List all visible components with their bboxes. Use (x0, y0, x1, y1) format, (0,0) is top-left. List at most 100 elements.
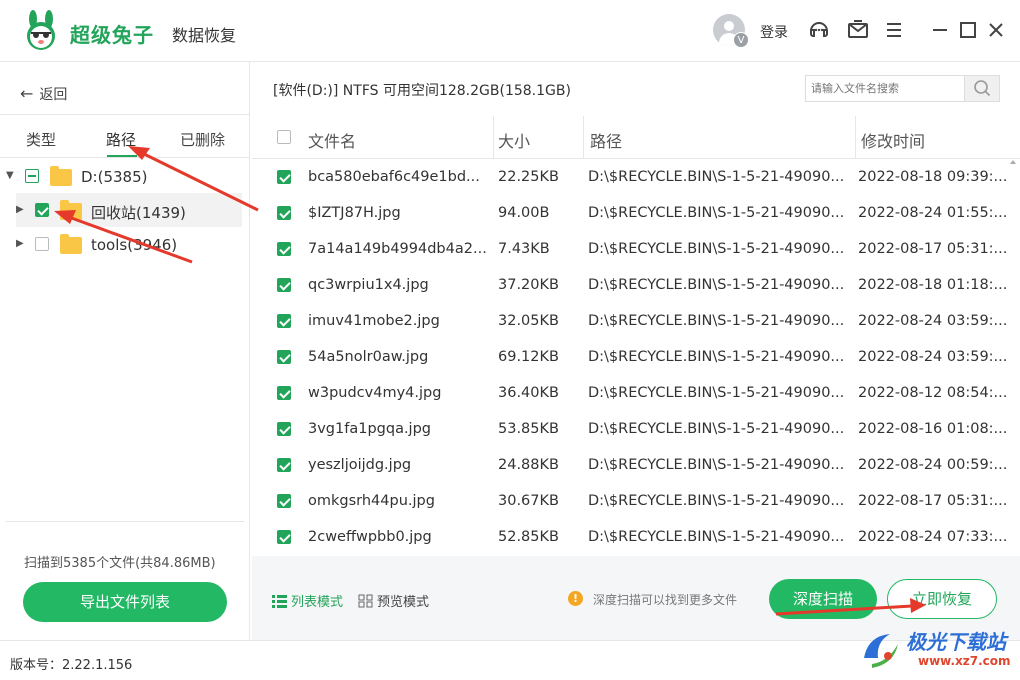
file-size-cell: 37.20KB (498, 277, 559, 293)
file-name-cell: 54a5nolr0aw.jpg (308, 349, 429, 365)
row-checkbox[interactable] (277, 386, 291, 400)
column-header-modified[interactable]: 修改时间 (861, 128, 925, 152)
modified-time-cell: 2022-08-17 05:31:... (858, 493, 1007, 509)
info-icon: ! (568, 591, 583, 606)
scrollbar[interactable] (1008, 159, 1018, 555)
file-name-cell: imuv41mobe2.jpg (308, 313, 440, 329)
site-watermark: 极光下载站 www.xz7.com (858, 622, 1018, 678)
column-divider[interactable] (855, 116, 856, 159)
column-divider[interactable] (583, 116, 584, 159)
table-row[interactable]: 3vg1fa1pgqa.jpg 53.85KB D:\$RECYCLE.BIN\S-… (252, 411, 1007, 447)
maximize-icon[interactable] (956, 18, 980, 42)
tree-checkbox[interactable] (25, 169, 39, 183)
file-size-cell: 69.12KB (498, 349, 559, 365)
folder-icon (60, 234, 82, 254)
file-size-cell: 53.85KB (498, 421, 559, 437)
table-row[interactable]: bca580ebaf6c49e1bd... 22.25KB D:\$RECYCLE.… (252, 159, 1007, 195)
back-button[interactable]: ← 返回 (20, 84, 67, 104)
title-bar: 超级兔子 数据恢复 V 登录 (0, 0, 1020, 62)
search-button[interactable] (964, 76, 999, 101)
left-panel: ← 返回 类型 路径 已删除 ▼ D:(5385) ▶ 回收站(1439) ▶ t… (0, 62, 250, 640)
login-link[interactable]: 登录 (760, 22, 788, 42)
close-icon[interactable] (984, 18, 1008, 42)
caret-down-icon[interactable]: ▼ (6, 170, 14, 181)
row-checkbox[interactable] (277, 422, 291, 436)
preview-mode-label: 预览模式 (377, 595, 430, 610)
column-header-name[interactable]: 文件名 (308, 128, 356, 152)
file-name-cell: omkgsrh44pu.jpg (308, 493, 435, 509)
caret-right-icon[interactable]: ▶ (16, 238, 24, 249)
table-row[interactable]: 2cweffwpbb0.jpg 52.85KB D:\$RECYCLE.BIN\S-… (252, 519, 1007, 555)
version-label: 版本号：2.22.1.156 (10, 658, 133, 673)
row-checkbox[interactable] (277, 206, 291, 220)
tree-node-d-drive[interactable]: ▼ D:(5385) (0, 159, 250, 193)
scroll-up-icon[interactable] (1010, 159, 1016, 165)
row-checkbox[interactable] (277, 314, 291, 328)
active-tab-indicator (107, 155, 137, 157)
feedback-icon[interactable] (846, 18, 870, 42)
file-path-cell: D:\$RECYCLE.BIN\S-1-5-21-49090... (588, 205, 845, 221)
row-checkbox[interactable] (277, 278, 291, 292)
tab-type[interactable]: 类型 (26, 129, 56, 150)
file-path-cell: D:\$RECYCLE.BIN\S-1-5-21-49090... (588, 313, 845, 329)
tree-checkbox[interactable] (35, 203, 49, 217)
support-chat-icon[interactable] (807, 18, 831, 42)
file-name-cell: bca580ebaf6c49e1bd... (308, 169, 480, 185)
table-row[interactable]: imuv41mobe2.jpg 32.05KB D:\$RECYCLE.BIN\S-… (252, 303, 1007, 339)
row-checkbox[interactable] (277, 458, 291, 472)
column-header-path[interactable]: 路径 (590, 128, 622, 152)
file-size-cell: 32.05KB (498, 313, 559, 329)
watermark-title: 极光下载站 (906, 630, 1006, 654)
table-row[interactable]: omkgsrh44pu.jpg 30.67KB D:\$RECYCLE.BIN\S-… (252, 483, 1007, 519)
preview-mode-toggle[interactable]: 预览模式 (358, 591, 429, 610)
row-checkbox[interactable] (277, 242, 291, 256)
row-checkbox[interactable] (277, 350, 291, 364)
file-name-cell: 7a14a149b4994db4a2... (308, 241, 487, 257)
deep-scan-button[interactable]: 深度扫描 (769, 579, 877, 619)
row-checkbox[interactable] (277, 494, 291, 508)
tab-path[interactable]: 路径 (106, 129, 136, 150)
recover-now-button[interactable]: 立即恢复 (887, 579, 997, 619)
table-row[interactable]: 7a14a149b4994db4a2... 7.43KB D:\$RECYCLE.B… (252, 231, 1007, 267)
column-header-size[interactable]: 大小 (498, 128, 530, 152)
file-name-cell: 2cweffwpbb0.jpg (308, 529, 432, 545)
watermark-url: www.xz7.com (918, 654, 1011, 668)
select-all-checkbox[interactable] (277, 130, 291, 144)
menu-icon[interactable] (882, 18, 906, 42)
modified-time-cell: 2022-08-17 05:31:... (858, 241, 1007, 257)
tree-node-tools[interactable]: ▶ tools(3946) (0, 227, 250, 261)
minimize-icon[interactable] (928, 18, 952, 42)
file-path-cell: D:\$RECYCLE.BIN\S-1-5-21-49090... (588, 241, 845, 257)
list-mode-toggle[interactable]: 列表模式 (272, 591, 343, 610)
row-checkbox[interactable] (277, 170, 291, 184)
drive-info: [软件(D:)] NTFS 可用空间128.2GB(158.1GB) (273, 83, 571, 99)
file-table-header: 文件名 大小 路径 修改时间 (252, 116, 1020, 159)
table-row[interactable]: $IZTJ87H.jpg 94.00B D:\$RECYCLE.BIN\S-1-5-… (252, 195, 1007, 231)
modified-time-cell: 2022-08-24 01:55:... (858, 205, 1007, 221)
table-row[interactable]: 54a5nolr0aw.jpg 69.12KB D:\$RECYCLE.BIN\S-… (252, 339, 1007, 375)
folder-icon (50, 166, 72, 186)
back-label: 返回 (39, 87, 68, 103)
table-row[interactable]: w3pudcv4my4.jpg 36.40KB D:\$RECYCLE.BIN\S-… (252, 375, 1007, 411)
file-name-cell: $IZTJ87H.jpg (308, 205, 401, 221)
table-row[interactable]: yeszljoijdg.jpg 24.88KB D:\$RECYCLE.BIN\S-… (252, 447, 1007, 483)
deep-scan-hint: 深度扫描可以找到更多文件 (593, 593, 738, 607)
file-size-cell: 36.40KB (498, 385, 559, 401)
file-path-cell: D:\$RECYCLE.BIN\S-1-5-21-49090... (588, 493, 845, 509)
export-file-list-button[interactable]: 导出文件列表 (23, 582, 227, 622)
tree-checkbox[interactable] (35, 237, 49, 251)
modified-time-cell: 2022-08-18 09:39:... (858, 169, 1007, 185)
tab-deleted[interactable]: 已删除 (180, 129, 225, 150)
file-size-cell: 7.43KB (498, 241, 550, 257)
column-divider[interactable] (493, 116, 494, 159)
file-path-cell: D:\$RECYCLE.BIN\S-1-5-21-49090... (588, 529, 845, 545)
caret-right-icon[interactable]: ▶ (16, 204, 24, 215)
divider (6, 521, 244, 522)
file-path-cell: D:\$RECYCLE.BIN\S-1-5-21-49090... (588, 457, 845, 473)
list-view-icon (272, 595, 287, 608)
tree-node-recycle-bin[interactable]: ▶ 回收站(1439) (16, 193, 242, 227)
row-checkbox[interactable] (277, 530, 291, 544)
table-row[interactable]: qc3wrpiu1x4.jpg 37.20KB D:\$RECYCLE.BIN\S-… (252, 267, 1007, 303)
modified-time-cell: 2022-08-24 07:33:... (858, 529, 1007, 545)
search-input[interactable] (806, 76, 964, 101)
